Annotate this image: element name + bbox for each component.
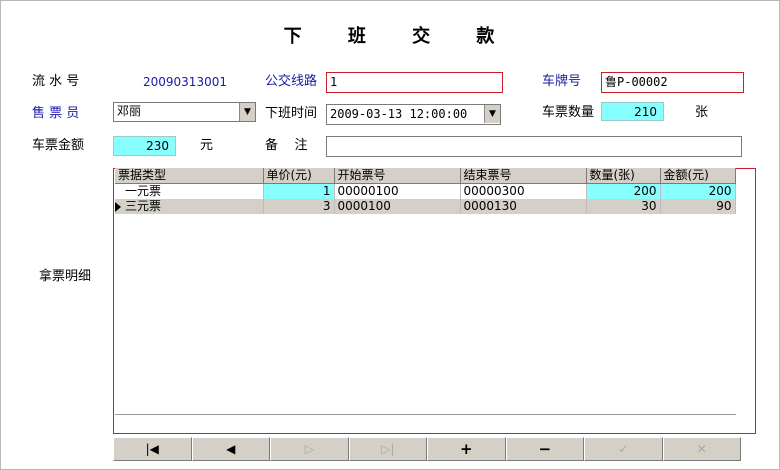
grid-cell[interactable]: 00000300 [460,183,587,199]
route-label: 公交线路 [265,74,318,89]
post-record-button[interactable]: ✓ [584,437,663,461]
plate-input-value: 鲁P-00002 [605,75,668,89]
grid-divider [115,414,736,415]
table-row[interactable]: 一元票 1 00000100 00000300 200 200 [115,183,736,199]
grid-cell[interactable]: 三元票 [115,199,264,214]
first-record-button[interactable]: |◀ [113,437,192,461]
grid-cell[interactable]: 0000100 [334,199,461,214]
grid-cell[interactable]: 1 [263,183,335,199]
amount-value: 230 [113,136,176,156]
grid-header-cell[interactable]: 票据类型 [115,168,264,184]
grid-header-cell[interactable]: 结束票号 [460,168,587,184]
offtime-value: 2009-03-13 12:00:00 [330,107,468,121]
seller-label: 售 票 员 [32,106,80,121]
plate-label: 车牌号 [542,74,582,89]
chevron-down-icon[interactable]: ▼ [239,103,255,121]
remark-label: 备 注 [265,138,308,153]
table-row[interactable]: 三元票 3 0000100 0000130 30 90 [115,199,736,214]
ticket-qty-label: 车票数量 [542,105,595,120]
grid-cell[interactable]: 00000100 [334,183,461,199]
grid-cell[interactable]: 200 [586,183,661,199]
grid-header-cell[interactable]: 金额(元) [660,168,736,184]
amount-unit: 元 [200,138,214,153]
route-input[interactable]: 1 [326,72,503,93]
grid-header-cell[interactable]: 数量(张) [586,168,661,184]
amount-label: 车票金额 [32,138,85,153]
grid-cell[interactable]: 30 [586,199,661,214]
grid-cell[interactable]: 200 [660,183,736,199]
seller-select[interactable]: 邓丽 ▼ [113,102,256,122]
route-input-value: 1 [330,75,338,89]
offtime-picker[interactable]: 2009-03-13 12:00:00 ▼ [326,104,501,125]
serial-value: 20090313001 [143,75,227,89]
chevron-down-icon[interactable]: ▼ [484,105,500,123]
last-record-button[interactable]: ▷| [348,437,427,461]
grid-cell[interactable]: 90 [660,199,736,214]
offtime-label: 下班时间 [265,106,318,121]
current-row-indicator-icon [115,202,121,212]
grid-header-row: 票据类型 单价(元) 开始票号 结束票号 数量(张) 金额(元) [115,168,736,184]
serial-label: 流 水 号 [32,74,80,89]
ticket-qty-value: 210 [601,102,664,121]
grid-header-cell[interactable]: 开始票号 [334,168,461,184]
page-title: 下 班 交 款 [283,26,515,47]
grid-cell[interactable]: 0000130 [460,199,587,214]
grid-cell[interactable]: 3 [263,199,335,214]
delete-record-button[interactable]: − [505,437,584,461]
grid-cell[interactable]: 一元票 [115,183,264,199]
insert-record-button[interactable]: + [427,437,506,461]
grid-header-cell[interactable]: 单价(元) [263,168,335,184]
plate-input[interactable]: 鲁P-00002 [601,72,744,93]
record-navigator: |◀ ◀ ▷ ▷| + − ✓ ✕ [113,437,741,461]
ticket-qty-unit: 张 [695,105,709,120]
cancel-record-button[interactable]: ✕ [662,437,741,461]
prior-record-button[interactable]: ◀ [191,437,270,461]
seller-select-value: 邓丽 [117,104,142,118]
next-record-button[interactable]: ▷ [270,437,349,461]
remark-input[interactable] [326,136,742,157]
detail-label: 拿票明细 [39,269,92,284]
detail-grid[interactable]: 票据类型 单价(元) 开始票号 结束票号 数量(张) 金额(元) 一元票 1 0… [115,168,739,214]
